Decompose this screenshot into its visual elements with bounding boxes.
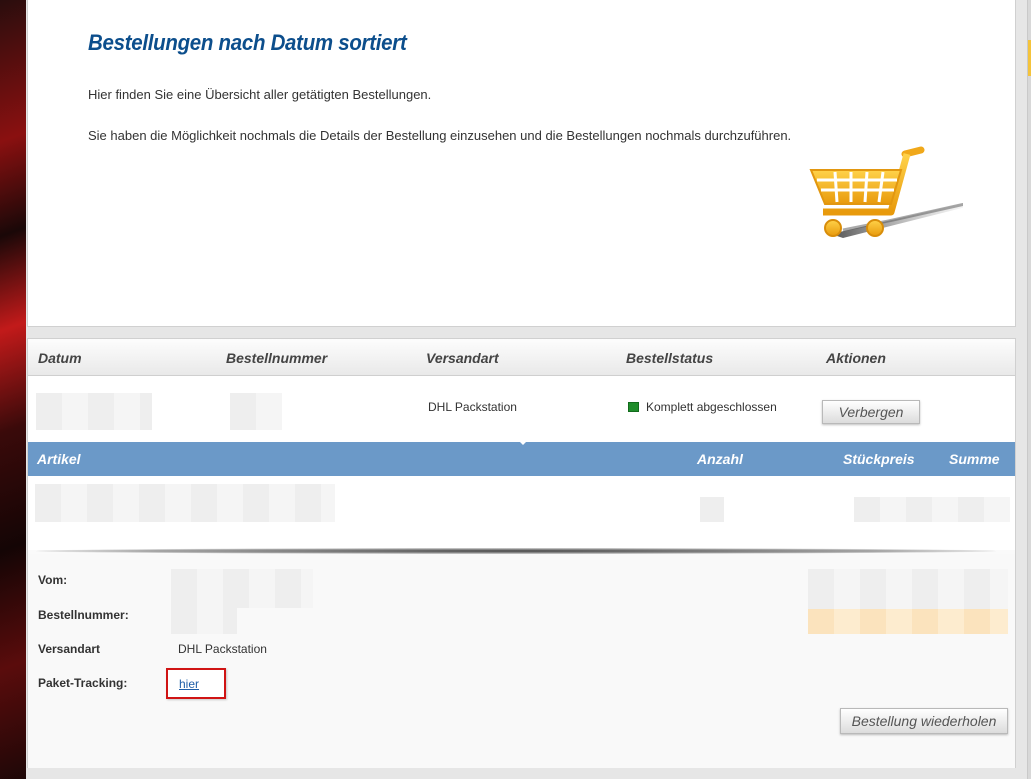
column-header-order-number: Bestellnummer (226, 350, 328, 366)
orders-panel: Datum Bestellnummer Versandart Bestellst… (27, 338, 1016, 768)
order-shipping-method: DHL Packstation (428, 400, 517, 414)
column-header-quantity: Anzahl (697, 451, 743, 467)
shipping-value: DHL Packstation (178, 642, 267, 656)
status-complete-icon (628, 402, 639, 412)
redacted-address (171, 569, 313, 608)
hide-details-button[interactable]: Verbergen (822, 400, 920, 424)
right-edge-panel (1027, 0, 1031, 779)
from-label: Vom: (38, 573, 68, 587)
tracking-label: Paket-Tracking: (38, 676, 128, 690)
column-header-shipping: Versandart (426, 350, 499, 366)
redacted-summary (808, 569, 1008, 609)
articles-table-header: Artikel Anzahl Stückpreis Summe (28, 442, 1015, 476)
column-header-actions: Aktionen (826, 350, 886, 366)
orders-table-header: Datum Bestellnummer Versandart Bestellst… (28, 339, 1015, 376)
order-status-text: Komplett abgeschlossen (646, 400, 777, 414)
order-details: Vom: Bestellnummer: Versandart DHL Packs… (28, 554, 1015, 768)
redacted-order-number (230, 393, 282, 430)
redacted-quantity (700, 497, 724, 522)
background-decoration (0, 0, 26, 779)
intro-panel: Bestellungen nach Datum sortiert Hier fi… (27, 0, 1016, 327)
redacted-detail-order-number (171, 608, 237, 634)
expand-pointer (509, 431, 537, 445)
column-header-unit-price: Stückpreis (843, 451, 915, 467)
redacted-date (36, 393, 152, 430)
redacted-article-name (35, 484, 335, 522)
order-status: Komplett abgeschlossen (628, 400, 777, 414)
order-number-label: Bestellnummer: (38, 608, 129, 622)
tracking-highlight: hier (166, 668, 226, 699)
column-header-total: Summe (949, 451, 1000, 467)
shopping-cart-icon (809, 146, 963, 238)
column-header-date: Datum (38, 350, 82, 366)
repeat-order-button[interactable]: Bestellung wiederholen (840, 708, 1008, 734)
redacted-prices (854, 497, 1010, 522)
intro-text-details: Sie haben die Möglichkeit nochmals die D… (88, 128, 792, 143)
redacted-total-highlight (808, 609, 1008, 634)
article-row (28, 476, 1015, 550)
tracking-link[interactable]: hier (179, 677, 199, 691)
shipping-label: Versandart (38, 642, 101, 656)
column-header-status: Bestellstatus (626, 350, 714, 366)
page-title: Bestellungen nach Datum sortiert (88, 30, 407, 55)
column-header-article: Artikel (37, 451, 81, 467)
intro-text-overview: Hier finden Sie eine Übersicht aller get… (88, 87, 432, 102)
